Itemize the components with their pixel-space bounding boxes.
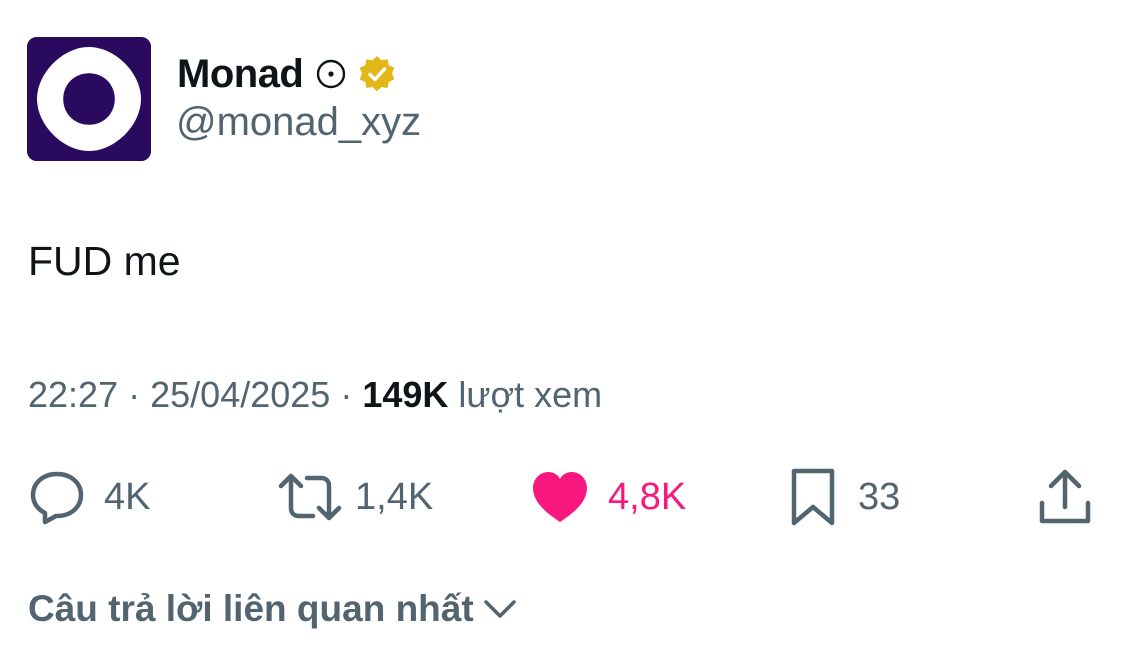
retweet-icon (278, 473, 342, 521)
views-count: 149K (362, 374, 449, 415)
author-name-row: Monad (177, 50, 397, 98)
reply-count: 4K (104, 475, 151, 518)
retweet-button[interactable]: 1,4K (277, 462, 433, 532)
separator: · (128, 374, 141, 415)
views-label: lượt xem (458, 374, 603, 415)
tweet-date[interactable]: 25/04/2025 (150, 374, 330, 415)
action-bar: 4K 1,4K 4,8K 33 (0, 462, 1125, 532)
bookmark-button[interactable]: 33 (790, 462, 900, 532)
bookmark-icon (791, 468, 835, 526)
circle-dot-icon[interactable] (315, 58, 347, 90)
chevron-down-icon (483, 600, 516, 618)
author-handle[interactable]: @monad_xyz (176, 100, 421, 145)
reply-icon (30, 471, 84, 525)
bookmark-count: 33 (858, 475, 901, 518)
avatar[interactable] (27, 37, 151, 161)
display-name[interactable]: Monad (177, 52, 304, 97)
retweet-count: 1,4K (355, 475, 434, 518)
tweet-text: FUD me (28, 238, 181, 284)
like-count: 4,8K (608, 475, 687, 518)
tweet-meta: 22:27 · 25/04/2025 · 149K lượt xem (28, 374, 602, 416)
share-icon (1039, 469, 1091, 524)
tweet-time[interactable]: 22:27 (28, 374, 118, 415)
monad-logo-icon (27, 37, 151, 161)
like-button[interactable]: 4,8K (530, 462, 686, 532)
replies-sort-label: Câu trả lời liên quan nhất (28, 588, 474, 629)
verified-badge-icon[interactable] (357, 54, 397, 94)
share-button[interactable] (1038, 462, 1092, 532)
separator: · (340, 374, 353, 415)
replies-sort-dropdown[interactable]: Câu trả lời liên quan nhất (28, 588, 518, 630)
heart-icon (533, 472, 587, 522)
reply-button[interactable]: 4K (28, 462, 150, 532)
